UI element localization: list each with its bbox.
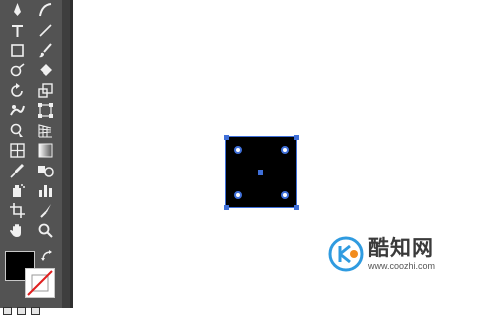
rotate-tool-icon (10, 82, 23, 97)
eraser-tool-button[interactable] (31, 60, 59, 80)
free-transform-tool-button[interactable] (31, 100, 59, 120)
corner-widget-top-right[interactable] (281, 146, 289, 154)
zoom-tool-button[interactable] (31, 220, 59, 240)
stroke-color-swatch[interactable] (25, 268, 55, 298)
line-segment-tool-icon (38, 23, 52, 37)
tool-grid (3, 0, 59, 240)
watermark-url: www.coozhi.com (368, 261, 436, 271)
tools-panel (0, 0, 62, 315)
blend-tool-button[interactable] (31, 160, 59, 180)
slice-tool-button[interactable] (31, 200, 59, 220)
symbol-sprayer-tool-button[interactable] (3, 180, 31, 200)
rectangle-tool-button[interactable] (3, 40, 31, 60)
color-mode-button[interactable] (3, 307, 12, 315)
warp-tool-icon (9, 104, 25, 115)
slice-tool-icon (39, 203, 51, 218)
scale-tool-icon (37, 82, 53, 98)
corner-widget-bottom-right[interactable] (281, 191, 289, 199)
type-tool-icon (11, 24, 23, 37)
rotate-tool-button[interactable] (3, 80, 31, 100)
corner-handle-bottom-right[interactable] (294, 205, 299, 210)
fill-stroke-controls (3, 248, 59, 298)
coozhi-logo-icon (328, 236, 364, 272)
gradient-tool-button[interactable] (31, 140, 59, 160)
no-stroke-icon (27, 270, 53, 296)
column-graph-tool-icon (38, 184, 52, 197)
type-tool-button[interactable] (3, 20, 31, 40)
warp-tool-button[interactable] (3, 100, 31, 120)
paintbrush-tool-button[interactable] (31, 40, 59, 60)
watermark: 酷知网 www.coozhi.com (328, 236, 478, 276)
pen-tool-icon (13, 2, 21, 16)
eyedropper-tool-icon (9, 163, 24, 178)
symbol-sprayer-tool-icon (12, 183, 25, 197)
shape-builder-tool-icon (10, 123, 23, 137)
column-graph-tool-button[interactable] (31, 180, 59, 200)
none-mode-button[interactable] (31, 307, 40, 315)
free-transform-tool-icon (37, 102, 53, 118)
artboard-tool-icon (9, 202, 25, 218)
corner-widget-bottom-left[interactable] (234, 191, 242, 199)
artboard-tool-button[interactable] (3, 200, 31, 220)
paintbrush-tool-icon (38, 42, 52, 57)
eraser-tool-icon (39, 63, 52, 76)
hand-tool-button[interactable] (3, 220, 31, 240)
corner-handle-bottom-left[interactable] (224, 205, 229, 210)
color-mode-buttons (3, 300, 59, 315)
rectangle-tool-icon (10, 43, 24, 57)
perspective-grid-tool-button[interactable] (31, 120, 59, 140)
corner-handle-top-right[interactable] (294, 135, 299, 140)
perspective-grid-tool-icon (37, 123, 52, 138)
gradient-tool-icon (38, 143, 52, 157)
eyedropper-tool-button[interactable] (3, 160, 31, 180)
shaper-tool-icon (10, 62, 24, 76)
shaper-tool-button[interactable] (3, 60, 31, 80)
curvature-tool-button[interactable] (31, 0, 59, 20)
shape-builder-tool-button[interactable] (3, 120, 31, 140)
swap-fill-stroke-icon[interactable] (41, 250, 53, 262)
corner-widget-top-left[interactable] (234, 146, 242, 154)
center-point (258, 170, 263, 175)
mesh-tool-button[interactable] (3, 140, 31, 160)
hand-tool-icon (9, 223, 21, 237)
curvature-tool-icon (38, 2, 51, 16)
corner-handle-top-left[interactable] (224, 135, 229, 140)
watermark-name: 酷知网 (368, 236, 434, 260)
pen-tool-button[interactable] (3, 0, 31, 20)
zoom-tool-icon (38, 223, 53, 238)
gradient-mode-button[interactable] (17, 307, 26, 315)
line-segment-tool-button[interactable] (31, 20, 59, 40)
blend-tool-icon (37, 165, 54, 177)
mesh-tool-icon (9, 142, 25, 158)
scale-tool-button[interactable] (31, 80, 59, 100)
